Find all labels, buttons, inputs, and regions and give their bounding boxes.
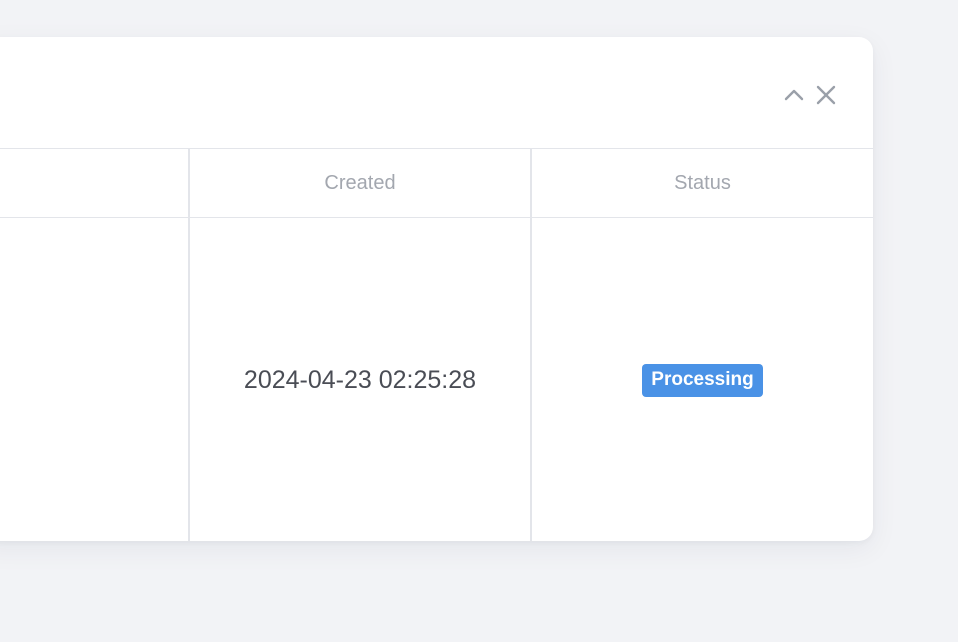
- table-row[interactable]: 2024-04-23 02:25:28 Processing: [0, 219, 873, 541]
- column-header-created: Created: [324, 171, 396, 194]
- task-table: Created Status 2024-04-23 02:25:28 Proce…: [0, 148, 873, 541]
- cell-created: 2024-04-23 02:25:28: [190, 219, 530, 541]
- column-header-name: [0, 149, 189, 217]
- table-header-row: Created Status: [0, 149, 873, 218]
- created-datetime: 2024-04-23 02:25:28: [243, 366, 477, 394]
- task-panel: Created Status 2024-04-23 02:25:28 Proce…: [0, 37, 873, 541]
- close-icon[interactable]: [815, 84, 837, 106]
- panel-header: [0, 37, 873, 148]
- status-badge: Processing: [642, 364, 763, 397]
- column-divider: [530, 149, 532, 541]
- chevron-up-icon[interactable]: [783, 84, 805, 106]
- cell-status: Processing: [532, 219, 873, 541]
- header-actions: [783, 84, 837, 106]
- column-divider: [188, 149, 190, 541]
- cell-name: [0, 219, 189, 541]
- column-header-status: Status: [674, 171, 731, 194]
